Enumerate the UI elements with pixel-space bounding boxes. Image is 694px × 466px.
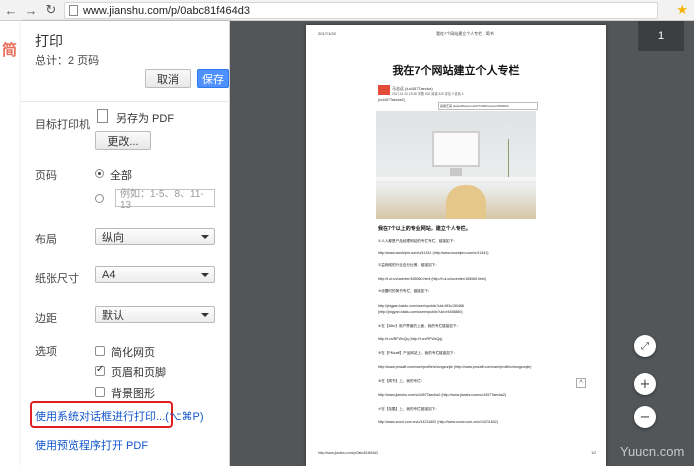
paper-size-label: 纸张尺寸 bbox=[35, 273, 79, 285]
page-total: 总计：2 页码 bbox=[35, 55, 100, 67]
article-line: ⑦在【站酷】上，我的专栏链接如下： bbox=[378, 407, 439, 411]
plant-image bbox=[508, 139, 520, 177]
destination-value: 另存为 PDF bbox=[116, 113, 175, 125]
print-settings-panel: 打印 总计：2 页码 取消 保存 目标打印机 另存为 PDF 更改... 页码 … bbox=[21, 21, 230, 466]
reload-icon[interactable]: ↻ bbox=[42, 1, 60, 19]
open-pdf-in-preview-link[interactable]: 使用预览程序打开 PDF bbox=[35, 437, 148, 453]
chevron-down-icon bbox=[201, 235, 209, 239]
watermark: Yuucn.com bbox=[620, 444, 685, 459]
pdf-file-icon bbox=[97, 109, 108, 123]
page-icon bbox=[69, 5, 78, 16]
article-line: ①人人都是产品经理网站的专栏专栏，链接如下： bbox=[378, 239, 457, 243]
article-link: (http://jingyan.baidu.com/user/npublic?u… bbox=[378, 310, 463, 314]
preview-page: 2017/1/20 我在7个网站建立个人专栏 - 简书 我在7个网站建立个人专栏… bbox=[306, 25, 606, 466]
scroll-to-top-icon[interactable]: ^ bbox=[576, 378, 586, 388]
sheet-footer-page: 1/2 bbox=[591, 451, 596, 455]
options-label: 选项 bbox=[35, 346, 57, 358]
print-title: 打印 bbox=[35, 33, 63, 49]
article-line: ⑥在【简书】上，我的专栏： bbox=[378, 379, 425, 383]
article-subtitle: 我在7个以上的专业网站，建立个人专栏。 bbox=[378, 226, 471, 232]
monitor-stand-image bbox=[450, 168, 462, 176]
article-meta: 2017.01.20 19:38 字数 602 阅读 320 评论 0 喜欢 4 bbox=[392, 92, 464, 96]
margins-value: 默认 bbox=[102, 309, 124, 322]
address-bar[interactable]: www.jianshu.com/p/0abc81f464d3 bbox=[64, 2, 658, 19]
bookmark-star-icon[interactable]: ★ bbox=[676, 2, 688, 18]
pages-custom-input[interactable]: 例如：1-5、8、11-13 bbox=[115, 189, 215, 211]
forward-arrow-icon[interactable]: → bbox=[22, 1, 40, 19]
chair-image bbox=[446, 185, 486, 219]
zoom-in-icon[interactable]: + bbox=[634, 373, 656, 395]
page-number-badge: 1 bbox=[638, 21, 684, 51]
chevron-down-icon bbox=[201, 313, 209, 317]
article-photo bbox=[376, 111, 536, 219]
fit-to-page-icon[interactable]: ⤢ bbox=[634, 335, 656, 357]
print-preview-area: 2017/1/20 我在7个网站建立个人专栏 - 简书 我在7个网站建立个人专栏… bbox=[230, 21, 694, 466]
chevron-down-icon bbox=[201, 273, 209, 277]
article-link: http://www.woshipm.com/u/41341 (http://w… bbox=[378, 251, 489, 255]
article-link: http://t.cn/RFWxQq (http://t.cn/RFWxQq) bbox=[378, 337, 443, 341]
monitor-image bbox=[432, 131, 480, 167]
desk-image bbox=[376, 177, 536, 181]
pages-label: 页码 bbox=[35, 170, 57, 182]
url-text: www.jianshu.com/p/0abc81f464d3 bbox=[83, 4, 250, 17]
pages-all-label: 全部 bbox=[110, 170, 132, 182]
article-link: http://www.zcool.com.cn/u/14211602 (http… bbox=[378, 420, 498, 424]
simplify-page-label: 简化网页 bbox=[111, 347, 155, 359]
destination-label: 目标打印机 bbox=[35, 119, 90, 131]
background-graphics-label: 背景图形 bbox=[111, 388, 155, 400]
browser-toolbar: ← → ↻ www.jianshu.com/p/0abc81f464d3 ★ bbox=[0, 0, 694, 21]
article-line: ⑤在【PMcaff】产品网站上，我的专栏链接如下： bbox=[378, 351, 458, 355]
layout-select[interactable]: 纵向 bbox=[95, 228, 215, 245]
site-logo: 简 bbox=[2, 42, 18, 59]
save-button[interactable]: 保存 bbox=[197, 69, 229, 88]
margins-label: 边距 bbox=[35, 313, 57, 325]
change-destination-button[interactable]: 更改... bbox=[95, 131, 151, 150]
headers-footers-label: 页眉和页脚 bbox=[111, 367, 166, 379]
article-link: http://www.jianshu.com/u/4457Taecba2 (ht… bbox=[378, 393, 507, 397]
article-link: http://t.ui.cn/ucenter/165060.html (http… bbox=[378, 277, 487, 281]
article-line: ③设置时的简书专栏，链接如下： bbox=[378, 289, 432, 293]
article-line: ④在【36kr】用户界面的上面，我的专栏链接如下： bbox=[378, 324, 461, 328]
underlying-page: 简 bbox=[0, 21, 21, 466]
divider bbox=[21, 101, 230, 102]
system-dialog-link[interactable]: 使用系统对话框进行打印...(⌥⌘P) bbox=[35, 408, 204, 424]
sheet-header: 我在7个网站建立个人专栏 - 简书 bbox=[436, 31, 494, 36]
sheet-footer-url: http://www.jianshu.com/p/0abc81f464d3 bbox=[318, 451, 378, 455]
article-title: 我在7个网站建立个人专栏 bbox=[392, 65, 520, 77]
article-link: http://www.pmcaff.com/user/profile/zhong… bbox=[378, 365, 532, 369]
headers-footers-checkbox[interactable] bbox=[95, 364, 105, 376]
back-arrow-icon[interactable]: ← bbox=[2, 1, 20, 19]
article-link: http://jingyan.baidu.com/user/npublic?ui… bbox=[378, 304, 465, 308]
paper-size-select[interactable]: A4 bbox=[95, 266, 215, 283]
background-graphics-checkbox[interactable] bbox=[95, 387, 105, 397]
margins-select[interactable]: 默认 bbox=[95, 306, 215, 323]
layout-label: 布局 bbox=[35, 234, 57, 246]
quote-box: 感谢王哥 (lsdoeffhssivomd3773396/notes/47800… bbox=[438, 102, 538, 110]
paper-size-value: A4 bbox=[102, 268, 116, 281]
author-avatar bbox=[378, 85, 390, 95]
zoom-out-icon[interactable]: − bbox=[634, 406, 656, 428]
pages-custom-radio[interactable] bbox=[95, 194, 104, 203]
author-handle: (lu4457Taecba2) bbox=[378, 98, 405, 102]
cancel-button[interactable]: 取消 bbox=[145, 69, 191, 88]
sheet-date: 2017/1/20 bbox=[318, 31, 336, 36]
pages-all-radio[interactable] bbox=[95, 169, 104, 178]
layout-value: 纵向 bbox=[102, 231, 124, 244]
simplify-page-checkbox[interactable] bbox=[95, 346, 105, 356]
article-line: ②益网络的行业百分比博，链接如下： bbox=[378, 263, 439, 267]
